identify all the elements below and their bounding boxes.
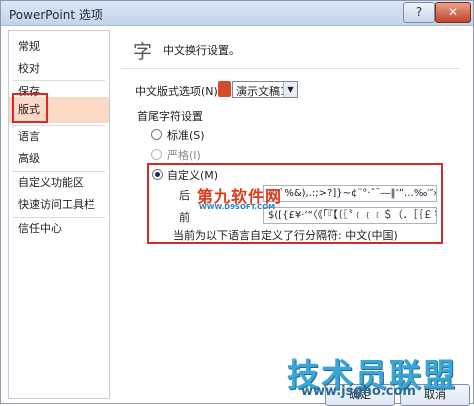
radio-custom-label[interactable]: 自定义(M): [167, 167, 218, 183]
sidebar-item-language[interactable]: 语言: [9, 126, 109, 148]
title-bar: PowerPoint 选项 ? ✕: [1, 1, 473, 26]
sidebar-item-quick-access-toolbar[interactable]: 快速访问工具栏: [9, 194, 109, 216]
sidebar-item-general[interactable]: 常规: [9, 36, 109, 58]
sidebar-item-customize-ribbon[interactable]: 自定义功能区: [9, 172, 109, 194]
line-break-group-label: 首尾字符设置: [137, 110, 203, 123]
section-header-text: 中文换行设置。: [163, 44, 240, 57]
highlight-box-typography: [12, 93, 48, 123]
leading-chars-field[interactable]: $([{£¥·‘“〈《「『【〔〖〝﹙﹛﹝＄（．［｛￡￥: [263, 207, 437, 224]
help-button[interactable]: ?: [403, 2, 435, 23]
radio-normal[interactable]: [151, 129, 162, 140]
document-select-value: 演示文稿1: [236, 85, 287, 98]
window-title: PowerPoint 选项: [9, 8, 103, 22]
chevron-down-icon[interactable]: ▼: [283, 82, 297, 97]
watermark-logo-d9soft: 第九软件网 WWW.D9SOFT.COM: [197, 183, 281, 213]
sidebar-item-trust-center[interactable]: 信任中心: [9, 218, 109, 240]
radio-strict-label: 严格(I): [167, 149, 201, 162]
following-chars-label: 后: [179, 189, 190, 202]
watermark-url: WWW.D9SOFT.COM: [199, 203, 276, 211]
close-button[interactable]: ✕: [435, 2, 471, 23]
radio-normal-label[interactable]: 标准(S): [167, 127, 205, 143]
typography-options-label: 中文版式选项(N):: [135, 85, 222, 98]
sidebar-item-advanced[interactable]: 高级: [9, 148, 109, 170]
watermark-url-jsgho: www.jsgho.com: [301, 384, 416, 399]
options-sidebar: 常规 校对 保存 版式 语言 高级 自定义功能区 快速访问工具栏 信任中心: [8, 30, 110, 399]
following-chars-field[interactable]: !"'`%&),.:;>?]}~¢¨°·ˇˉ―‖’”…‰′″›℃∶、。〃〉》」』…: [263, 185, 437, 202]
custom-language-note: 当前为以下语言自定义了行分隔符: 中文(中国): [173, 229, 398, 242]
powerpoint-options-dialog: PowerPoint 选项 ? ✕ 常规 校对 保存 版式 语言 高级 自定义功…: [0, 0, 474, 406]
header-divider: [121, 68, 461, 69]
typography-icon: 字: [133, 41, 153, 63]
document-select[interactable]: 演示文稿1 ▼: [232, 81, 298, 98]
radio-strict: [151, 149, 162, 160]
radio-custom[interactable]: [152, 169, 163, 180]
presentation-document-icon: [218, 81, 231, 97]
leading-chars-label: 前: [179, 211, 190, 224]
sidebar-item-proofing[interactable]: 校对: [9, 58, 109, 80]
